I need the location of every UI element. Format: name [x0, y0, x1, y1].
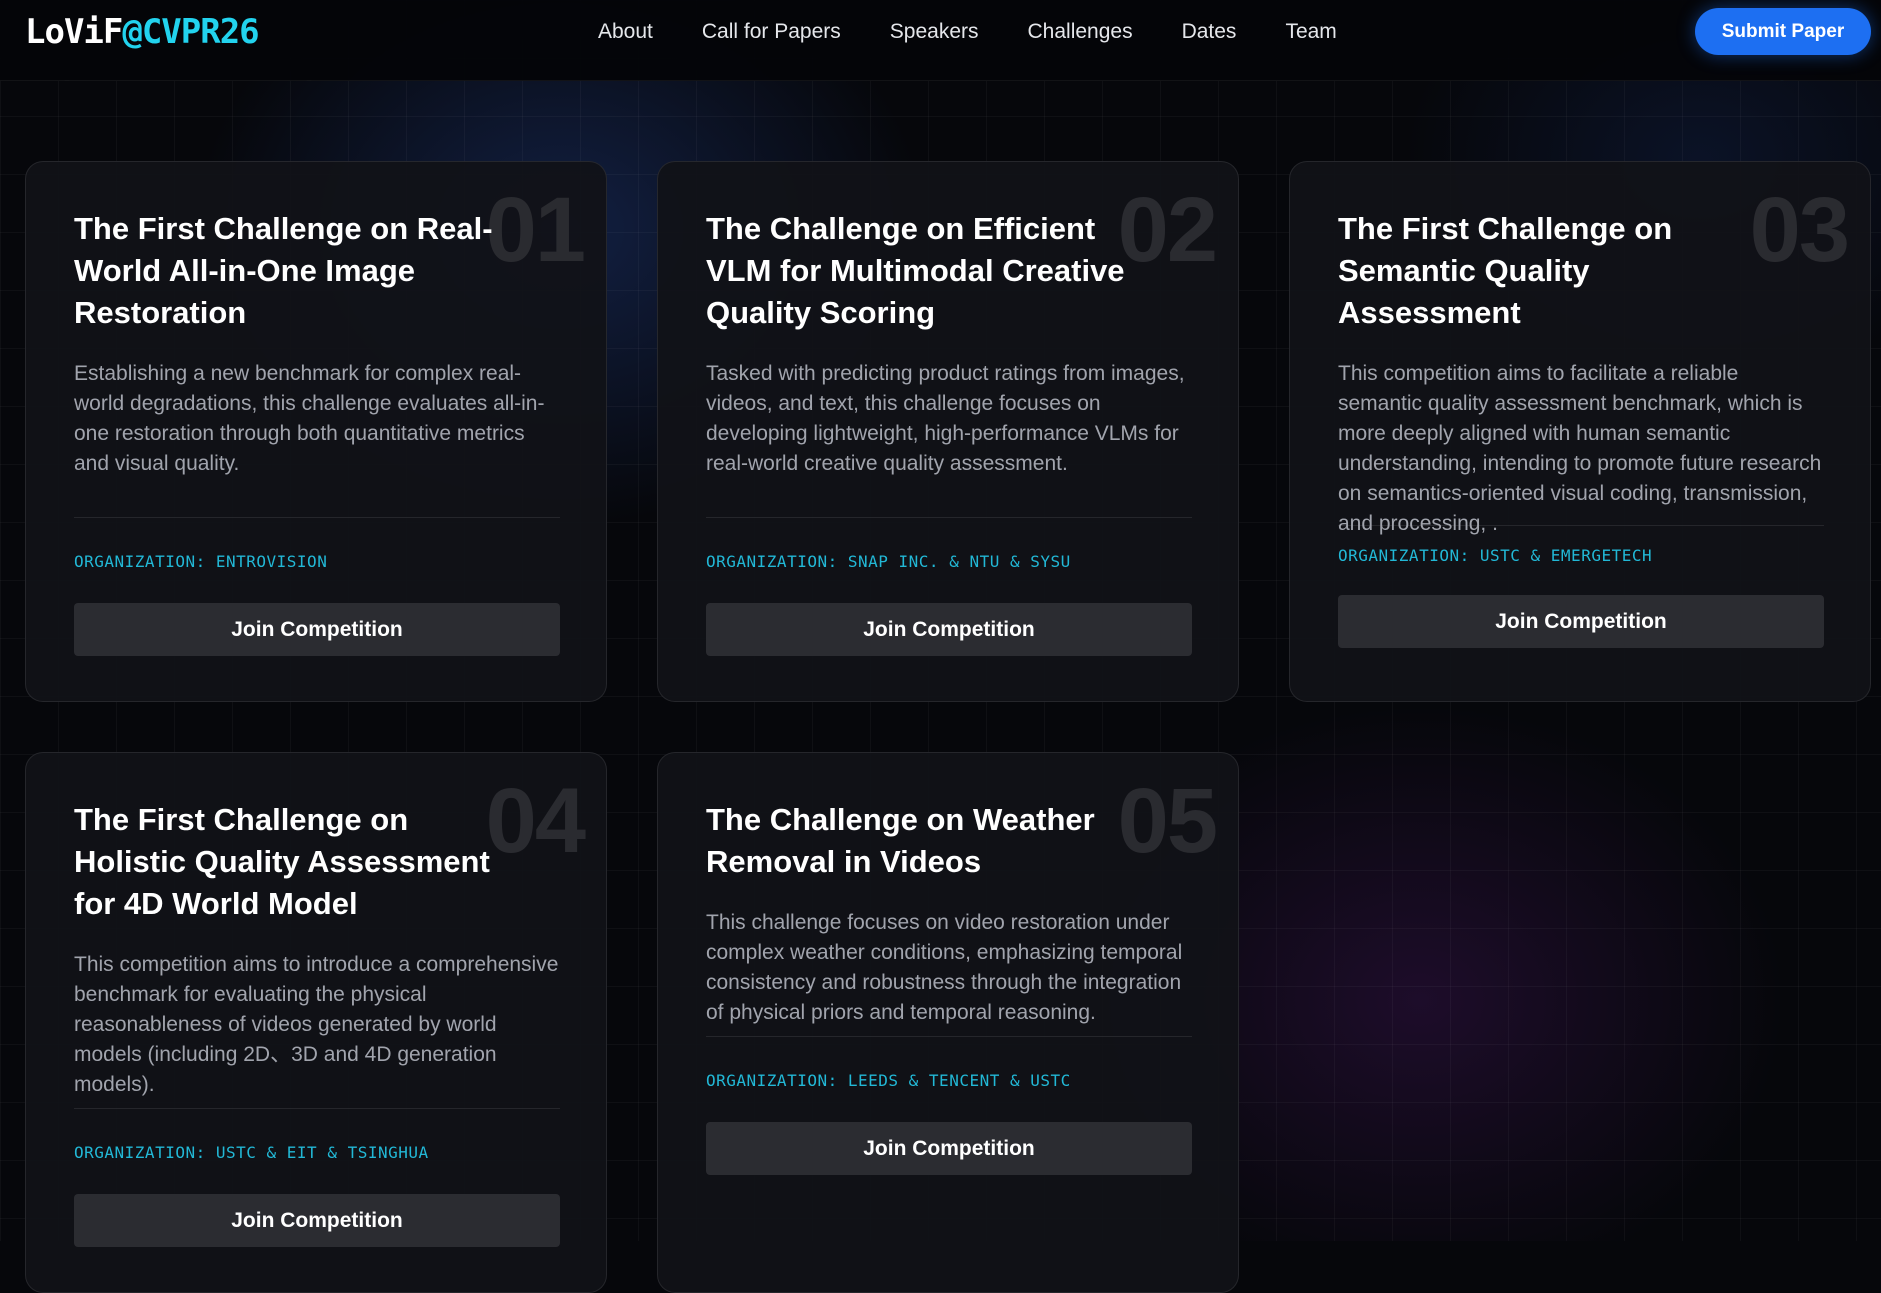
logo-text-lovif: LoViF — [25, 12, 123, 52]
card-description: This competition aims to introduce a com… — [74, 953, 559, 1096]
card-organization: ORGANIZATION: USTC & EMERGETECH — [1338, 546, 1653, 565]
scrolled-text-remnant — [30, 80, 1860, 88]
join-competition-button[interactable]: Join Competition — [74, 603, 560, 656]
nav-links: About Call for Papers Speakers Challenge… — [598, 0, 1386, 64]
card-organization: ORGANIZATION: USTC & EIT & TSINGHUA — [74, 1143, 429, 1162]
nav-link-dates[interactable]: Dates — [1182, 20, 1237, 44]
join-competition-button[interactable]: Join Competition — [1338, 595, 1824, 648]
card-description: Tasked with predicting product ratings f… — [706, 362, 1185, 475]
card-organization: ORGANIZATION: LEEDS & TENCENT & USTC — [706, 1071, 1071, 1090]
card-divider — [74, 517, 560, 518]
top-navbar: LoViF@CVPR26 About Call for Papers Speak… — [0, 0, 1881, 81]
site-logo[interactable]: LoViF@CVPR26 — [25, 12, 260, 52]
card-organization: ORGANIZATION: ENTROVISION — [74, 552, 328, 571]
join-competition-button[interactable]: Join Competition — [74, 1194, 560, 1247]
join-competition-button[interactable]: Join Competition — [706, 603, 1192, 656]
nav-link-challenges[interactable]: Challenges — [1028, 20, 1133, 44]
card-title: The Challenge on Efficient VLM for Multi… — [706, 211, 1125, 330]
submit-paper-button[interactable]: Submit Paper — [1695, 8, 1871, 55]
nav-link-about[interactable]: About — [598, 20, 653, 44]
logo-text-cvpr: @CVPR26 — [122, 12, 259, 52]
nav-link-team[interactable]: Team — [1285, 20, 1336, 44]
nav-link-call-for-papers[interactable]: Call for Papers — [702, 20, 841, 44]
card-divider — [74, 1108, 560, 1109]
challenge-card-04: 04 The First Challenge on Holistic Quali… — [25, 752, 607, 1293]
challenge-card-02: 02 The Challenge on Efficient VLM for Mu… — [657, 161, 1239, 702]
card-title: The First Challenge on Real-World All-in… — [74, 211, 493, 330]
card-title: The Challenge on Weather Removal in Vide… — [706, 802, 1095, 879]
challenge-card-05: 05 The Challenge on Weather Removal in V… — [657, 752, 1239, 1293]
card-organization: ORGANIZATION: SNAP INC. & NTU & SYSU — [706, 552, 1071, 571]
challenge-card-03: 03 The First Challenge on Semantic Quali… — [1289, 161, 1871, 702]
card-divider — [706, 1036, 1192, 1037]
card-description: This competition aims to facilitate a re… — [1338, 362, 1822, 535]
card-title: The First Challenge on Holistic Quality … — [74, 802, 490, 921]
join-competition-button[interactable]: Join Competition — [706, 1122, 1192, 1175]
nav-link-speakers[interactable]: Speakers — [890, 20, 979, 44]
card-description: Establishing a new benchmark for complex… — [74, 362, 545, 475]
card-divider — [706, 517, 1192, 518]
card-description: This challenge focuses on video restorat… — [706, 911, 1183, 1024]
card-title: The First Challenge on Semantic Quality … — [1338, 211, 1673, 330]
challenge-card-01: 01 The First Challenge on Real-World All… — [25, 161, 607, 702]
